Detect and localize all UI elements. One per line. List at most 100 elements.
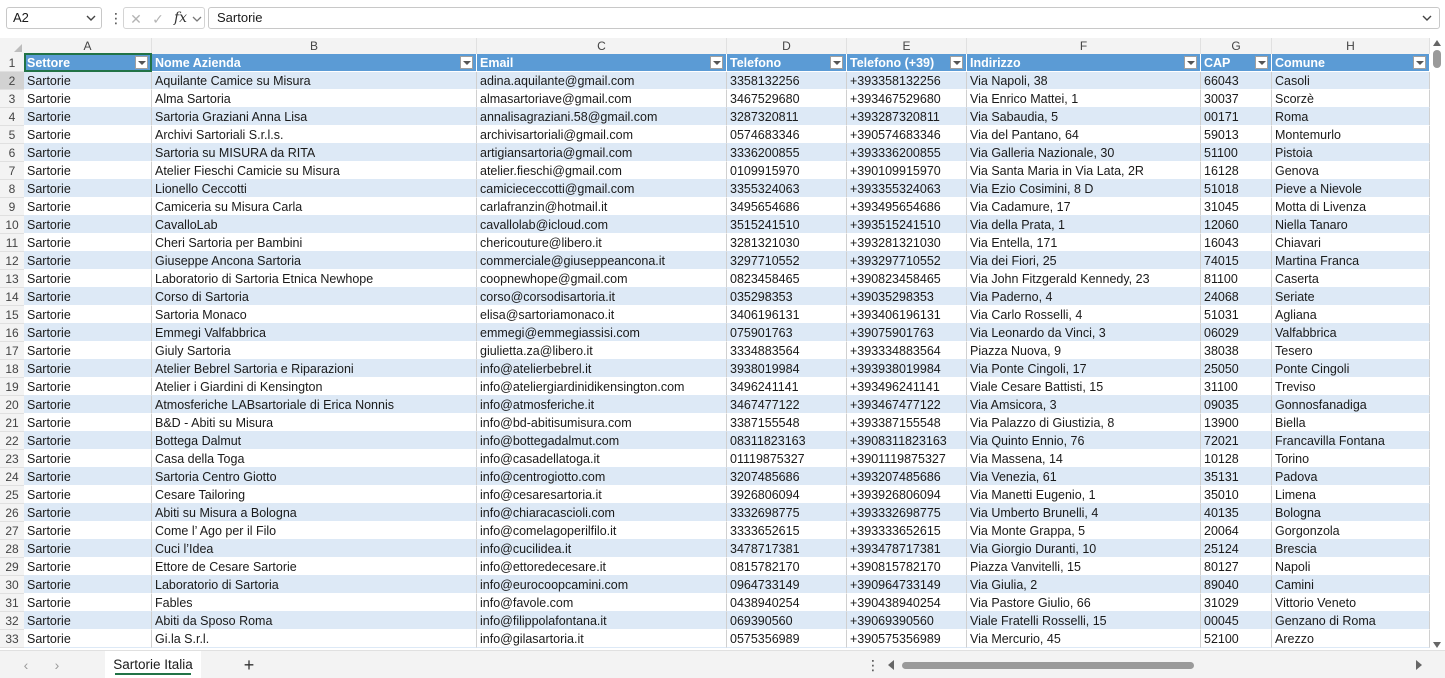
prev-sheet-icon[interactable]: ‹ (20, 658, 32, 672)
row-number[interactable]: 30 (0, 576, 24, 594)
table-cell[interactable]: Vittorio Veneto (1272, 594, 1430, 612)
table-cell[interactable]: Scorzè (1272, 90, 1430, 108)
column-header-g[interactable]: G (1201, 38, 1272, 54)
filter-dropdown-icon[interactable] (460, 56, 473, 69)
header-cell[interactable]: Telefono (+39) (847, 54, 967, 72)
table-cell[interactable]: Emmegi Valfabbrica (152, 324, 477, 342)
row-number[interactable]: 12 (0, 252, 24, 270)
table-cell[interactable]: 74015 (1201, 252, 1272, 270)
table-cell[interactable]: 3287320811 (727, 108, 847, 126)
table-cell[interactable]: Sartorie (24, 180, 152, 198)
table-cell[interactable]: 31029 (1201, 594, 1272, 612)
name-box[interactable]: A2 (6, 7, 102, 29)
table-cell[interactable]: Sartoria Graziani Anna Lisa (152, 108, 477, 126)
table-cell[interactable]: Motta di Livenza (1272, 198, 1430, 216)
table-cell[interactable]: Sartorie (24, 396, 152, 414)
table-cell[interactable]: Via Amsicora, 3 (967, 396, 1201, 414)
table-cell[interactable]: Via Paderno, 4 (967, 288, 1201, 306)
table-cell[interactable]: 40135 (1201, 504, 1272, 522)
table-cell[interactable]: Napoli (1272, 558, 1430, 576)
insert-function-icon[interactable]: fx (174, 10, 192, 26)
table-cell[interactable]: Caserta (1272, 270, 1430, 288)
table-cell[interactable]: elisa@sartoriamonaco.it (477, 306, 727, 324)
table-cell[interactable]: 0438940254 (727, 594, 847, 612)
table-cell[interactable]: Sartorie (24, 378, 152, 396)
row-number[interactable]: 24 (0, 468, 24, 486)
table-cell[interactable]: Sartorie (24, 504, 152, 522)
table-cell[interactable]: Sartorie (24, 558, 152, 576)
table-cell[interactable]: 3495654686 (727, 198, 847, 216)
row-number[interactable]: 20 (0, 396, 24, 414)
add-sheet-icon[interactable]: + (240, 656, 258, 674)
table-cell[interactable]: +393332698775 (847, 504, 967, 522)
table-cell[interactable]: +393336200855 (847, 144, 967, 162)
table-cell[interactable]: Martina Franca (1272, 252, 1430, 270)
row-number[interactable]: 9 (0, 198, 24, 216)
table-cell[interactable]: Seriate (1272, 288, 1430, 306)
table-cell[interactable]: +393938019984 (847, 360, 967, 378)
table-cell[interactable]: +393334883564 (847, 342, 967, 360)
table-cell[interactable]: 24068 (1201, 288, 1272, 306)
table-cell[interactable]: +393355324063 (847, 180, 967, 198)
table-cell[interactable]: 10128 (1201, 450, 1272, 468)
table-cell[interactable]: 3334883564 (727, 342, 847, 360)
vertical-scroll-thumb[interactable] (1433, 50, 1441, 68)
table-cell[interactable]: Valfabbrica (1272, 324, 1430, 342)
table-cell[interactable]: Cuci l’Idea (152, 540, 477, 558)
table-cell[interactable]: 3332698775 (727, 504, 847, 522)
select-all-corner[interactable] (0, 38, 24, 54)
row-number[interactable]: 22 (0, 432, 24, 450)
column-header-a[interactable]: A (24, 38, 152, 54)
table-cell[interactable]: Piazza Nuova, 9 (967, 342, 1201, 360)
row-number[interactable]: 29 (0, 558, 24, 576)
header-cell[interactable]: Comune (1272, 54, 1430, 72)
table-cell[interactable]: Via Monte Grappa, 5 (967, 522, 1201, 540)
row-number[interactable]: 2 (0, 72, 24, 90)
table-cell[interactable]: 30037 (1201, 90, 1272, 108)
filter-dropdown-icon[interactable] (1255, 56, 1268, 69)
table-cell[interactable]: cavallolab@icloud.com (477, 216, 727, 234)
table-cell[interactable]: +39069390560 (847, 612, 967, 630)
table-cell[interactable]: Padova (1272, 468, 1430, 486)
table-cell[interactable]: Aquilante Camice su Misura (152, 72, 477, 90)
table-cell[interactable]: Via Carlo Rosselli, 4 (967, 306, 1201, 324)
table-cell[interactable]: +39035298353 (847, 288, 967, 306)
table-cell[interactable]: Sartorie (24, 486, 152, 504)
chevron-down-icon[interactable] (191, 12, 203, 26)
table-cell[interactable]: Pistoia (1272, 144, 1430, 162)
table-cell[interactable]: coopnewhope@gmail.com (477, 270, 727, 288)
table-cell[interactable]: +393287320811 (847, 108, 967, 126)
row-number[interactable]: 15 (0, 306, 24, 324)
table-cell[interactable]: Via Sabaudia, 5 (967, 108, 1201, 126)
table-cell[interactable]: Genzano di Roma (1272, 612, 1430, 630)
table-cell[interactable]: artigiansartoria@gmail.com (477, 144, 727, 162)
table-cell[interactable]: 89040 (1201, 576, 1272, 594)
table-cell[interactable]: Gonnosfanadiga (1272, 396, 1430, 414)
table-cell[interactable]: Bologna (1272, 504, 1430, 522)
table-cell[interactable]: 3355324063 (727, 180, 847, 198)
table-cell[interactable]: Via Cadamure, 17 (967, 198, 1201, 216)
table-cell[interactable]: +393495654686 (847, 198, 967, 216)
filter-dropdown-icon[interactable] (1413, 56, 1426, 69)
table-cell[interactable]: 3926806094 (727, 486, 847, 504)
table-cell[interactable]: Abiti da Sposo Roma (152, 612, 477, 630)
table-cell[interactable]: Genova (1272, 162, 1430, 180)
chevron-down-icon[interactable] (85, 11, 97, 25)
table-cell[interactable]: +393281321030 (847, 234, 967, 252)
table-cell[interactable]: Bottega Dalmut (152, 432, 477, 450)
table-cell[interactable]: Sartorie (24, 288, 152, 306)
formula-input[interactable]: Sartorie (208, 7, 1440, 29)
table-cell[interactable]: 035298353 (727, 288, 847, 306)
table-cell[interactable]: Via Ezio Cosimini, 8 D (967, 180, 1201, 198)
table-cell[interactable]: Come l’ Ago per il Filo (152, 522, 477, 540)
scroll-up-arrow-icon[interactable] (1433, 40, 1441, 46)
vertical-scrollbar[interactable] (1430, 38, 1445, 650)
table-cell[interactable]: Sartorie (24, 576, 152, 594)
table-cell[interactable]: archivisartoriali@gmail.com (477, 126, 727, 144)
table-cell[interactable]: 38038 (1201, 342, 1272, 360)
table-cell[interactable]: Via Mercurio, 45 (967, 630, 1201, 648)
table-cell[interactable]: Sartorie (24, 198, 152, 216)
row-number[interactable]: 33 (0, 630, 24, 648)
table-cell[interactable]: 3207485686 (727, 468, 847, 486)
table-cell[interactable]: carlafranzin@hotmail.it (477, 198, 727, 216)
